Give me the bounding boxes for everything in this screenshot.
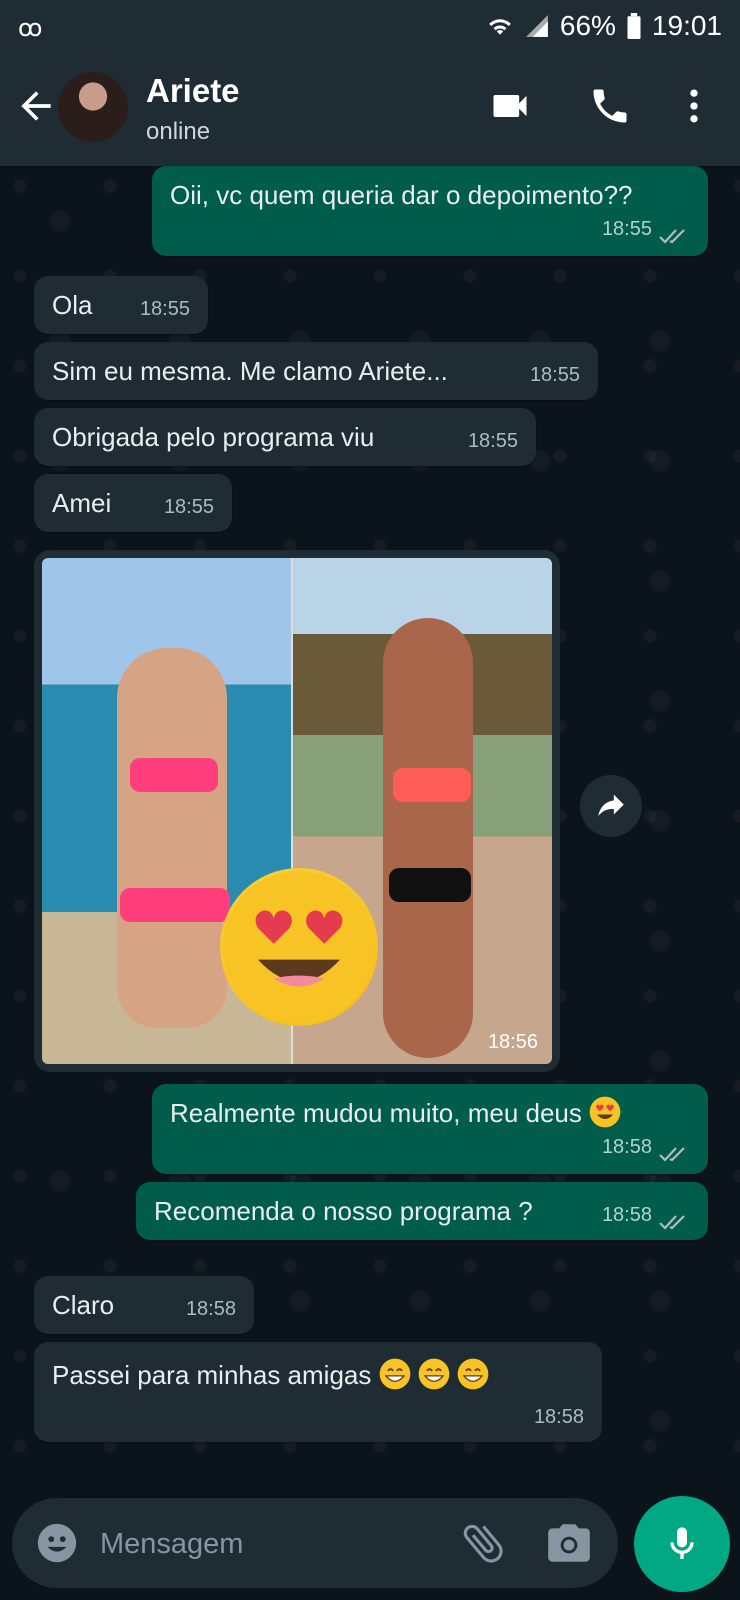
message-content: Passei para minhas amigas (52, 1342, 584, 1392)
message-outgoing[interactable]: Recomenda o nosso programa ? 18:58 (136, 1182, 708, 1240)
message-time: 18:55 (529, 364, 580, 386)
contact-name[interactable]: Ariete (146, 72, 240, 110)
read-ticks-icon (659, 1215, 685, 1230)
message-incoming[interactable]: Amei 18:55 (34, 474, 232, 532)
chat-header: Ariete online (0, 56, 740, 166)
message-outgoing[interactable]: Realmente mudou muito, meu deus 18:58 (152, 1084, 708, 1174)
attach-paperclip-icon[interactable] (458, 1518, 508, 1568)
more-options-icon[interactable] (672, 84, 716, 128)
message-time: 18:58 (601, 1204, 652, 1226)
message-input[interactable] (98, 1514, 432, 1574)
message-content: Realmente mudou muito, meu deus (170, 1084, 690, 1130)
battery-icon (627, 13, 641, 39)
grinning-emoji-icon (457, 1358, 489, 1390)
mic-icon (670, 1527, 694, 1559)
message-text: Oii, vc quem queria dar o depoimento?? (170, 180, 633, 210)
read-ticks-icon (659, 1147, 685, 1162)
read-ticks-icon (659, 229, 685, 244)
emoji-icon[interactable] (34, 1520, 80, 1566)
message-incoming[interactable]: Claro 18:58 (34, 1276, 254, 1334)
share-forward-icon[interactable] (580, 775, 642, 837)
voicemail-icon: ꝏ (18, 15, 43, 42)
message-composer (12, 1498, 618, 1588)
message-incoming[interactable]: Ola 18:55 (34, 276, 208, 334)
message-text: Passei para minhas amigas (52, 1360, 372, 1390)
message-incoming[interactable]: Passei para minhas amigas 18:58 (34, 1342, 602, 1442)
message-time: 18:55 (163, 496, 214, 518)
message-time: 18:58 (601, 1136, 652, 1158)
grinning-emoji-icon (379, 1358, 410, 1390)
message-time: 18:55 (467, 430, 518, 452)
phone-icon[interactable] (588, 84, 632, 128)
message-text: Obrigada pelo programa viu (52, 422, 375, 452)
battery-percent: 66% (559, 10, 616, 41)
message-time: 18:55 (139, 298, 190, 320)
camera-icon[interactable] (544, 1518, 594, 1568)
message-time: 18:58 (185, 1298, 236, 1320)
image-message[interactable]: 18:56 (34, 550, 560, 1072)
wifi-icon (489, 19, 511, 35)
avatar[interactable] (58, 72, 128, 142)
back-arrow-icon[interactable] (14, 84, 58, 128)
message-incoming[interactable]: Sim eu mesma. Me clamo Ariete... 18:55 (34, 342, 598, 400)
signal-icon (526, 15, 548, 37)
message-incoming[interactable]: Obrigada pelo programa viu 18:55 (34, 408, 536, 466)
message-outgoing[interactable]: Oii, vc quem queria dar o depoimento?? 1… (152, 166, 708, 256)
message-list[interactable]: Oii, vc quem queria dar o depoimento?? 1… (0, 166, 740, 1486)
grinning-emoji-icon (418, 1358, 450, 1390)
message-time: 18:55 (601, 218, 652, 240)
message-text: Sim eu mesma. Me clamo Ariete... (52, 356, 448, 386)
heart-eyes-emoji-icon (220, 868, 378, 1026)
presence-status: online (146, 118, 211, 145)
clock: 19:01 (651, 10, 722, 41)
message-time: 18:56 (487, 1031, 538, 1053)
heart-eyes-emoji-icon (589, 1096, 621, 1128)
message-text: Realmente mudou muito, meu deus (170, 1098, 582, 1128)
mic-button[interactable] (634, 1496, 730, 1592)
status-bar: ꝏ 66% 19:01 (0, 0, 740, 56)
message-time: 18:58 (533, 1406, 584, 1428)
video-call-icon[interactable] (488, 84, 532, 128)
